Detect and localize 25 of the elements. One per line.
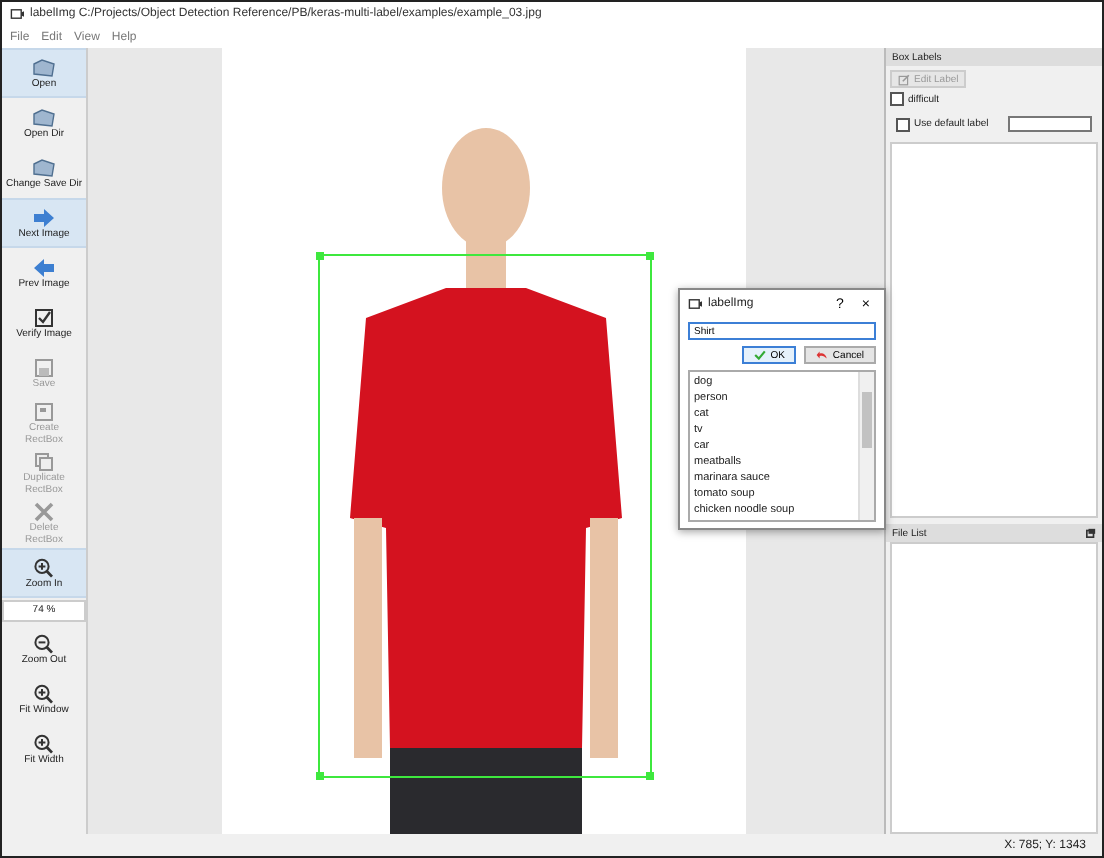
app-icon [10, 8, 24, 20]
checkbox[interactable] [896, 117, 910, 131]
edit-icon [898, 73, 910, 85]
check-icon [754, 350, 767, 360]
delete-icon [32, 502, 56, 522]
undock-icon[interactable] [1086, 528, 1096, 538]
default-label-input[interactable] [1008, 116, 1092, 132]
left-arrow-icon [32, 257, 56, 278]
scrollbar[interactable] [858, 372, 874, 520]
checkbox-icon [32, 307, 56, 328]
right-arrow-icon [32, 207, 56, 228]
bounding-box[interactable] [318, 254, 652, 778]
undo-arrow-icon [816, 350, 829, 360]
folder-icon [32, 107, 56, 128]
zoom-out-icon [32, 633, 56, 654]
zoom-in-icon [32, 733, 56, 754]
checkbox[interactable] [890, 92, 904, 106]
rectangle-icon [32, 402, 56, 422]
app-icon [688, 298, 702, 310]
zoom-in-icon [32, 683, 56, 704]
folder-icon [32, 57, 56, 78]
save-icon [32, 357, 56, 378]
folder-icon [32, 157, 56, 178]
duplicate-icon [32, 452, 56, 472]
zoom-in-icon [32, 557, 56, 578]
